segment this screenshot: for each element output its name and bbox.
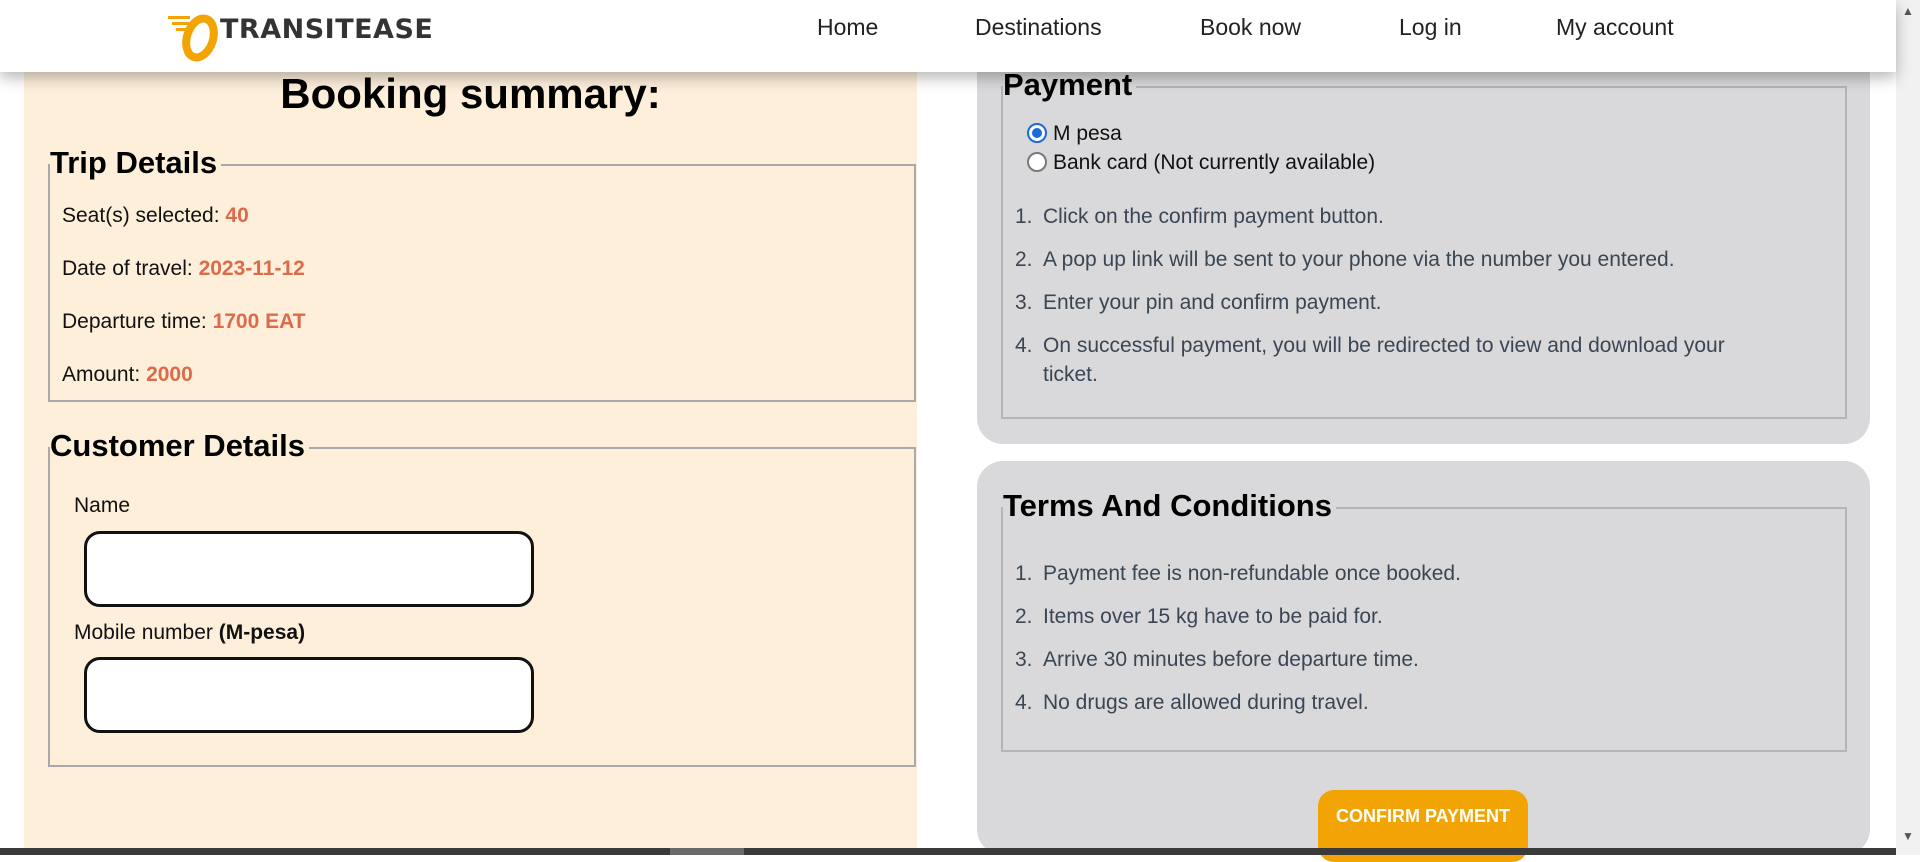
horizontal-scrollbar[interactable] — [0, 848, 1896, 855]
name-input[interactable] — [84, 531, 534, 607]
amount-row: Amount: 2000 — [62, 363, 193, 387]
mobile-label: Mobile number — [74, 621, 213, 644]
terms-legend: Terms And Conditions — [1003, 486, 1336, 526]
nav-book-now[interactable]: Book now — [1200, 14, 1301, 41]
scrollbar-thumb[interactable] — [1902, 24, 1914, 804]
horizontal-scrollbar-thumb[interactable] — [670, 848, 744, 855]
terms-list: 1. Payment fee is non-refundable once boo… — [1015, 559, 1775, 717]
payment-card: Payment M pesa Bank card (Not currently … — [977, 40, 1870, 444]
radio-mpesa-control[interactable] — [1027, 123, 1047, 143]
list-item: 3. Enter your pin and confirm payment. — [1015, 291, 1382, 314]
wheel-logo-icon — [168, 14, 218, 62]
radio-mpesa-label: M pesa — [1053, 122, 1122, 145]
payment-steps-list: 1. Click on the confirm payment button. 2… — [1015, 202, 1775, 389]
name-label: Name — [74, 494, 131, 517]
list-item: 1. Click on the confirm payment button. — [1015, 205, 1384, 228]
amount-value: 2000 — [146, 363, 193, 386]
radio-bank-card-control[interactable] — [1027, 152, 1047, 172]
seats-label: Seat(s) selected: — [62, 204, 220, 227]
mobile-hint: (M-pesa) — [218, 621, 306, 644]
time-row: Departure time: 1700 EAT — [62, 310, 306, 334]
list-item: 4. No drugs are allowed during travel. — [1015, 691, 1369, 714]
trip-details-legend: Trip Details — [50, 143, 222, 183]
customer-details-legend: Customer Details — [50, 426, 309, 466]
nav-my-account[interactable]: My account — [1556, 14, 1674, 41]
list-item: 1. Payment fee is non-refundable once boo… — [1015, 562, 1461, 585]
seats-value: 40 — [225, 204, 249, 227]
page-title: Booking summary: — [280, 70, 661, 117]
list-item: 2. Items over 15 kg have to be paid for. — [1015, 605, 1383, 628]
confirm-payment-label: CONFIRM PAYMENT — [1335, 806, 1510, 826]
brand-name: TRANSITEASE — [220, 14, 434, 45]
booking-summary-panel: Booking summary: Trip Details Seat(s) se… — [24, 60, 917, 855]
list-item: 2. A pop up link will be sent to your pho… — [1015, 248, 1675, 271]
payment-fieldset: Payment M pesa Bank card (Not currently … — [1001, 65, 1847, 419]
top-navbar: TRANSITEASE Home Destinations Book now L… — [0, 0, 1896, 72]
mobile-label-row: Mobile number (M-pesa) — [74, 621, 305, 645]
time-value: 1700 EAT — [212, 310, 306, 333]
vertical-scrollbar[interactable]: ▲ ▼ — [1896, 0, 1920, 855]
scroll-down-icon[interactable]: ▼ — [1900, 829, 1916, 843]
trip-details-fieldset: Trip Details Seat(s) selected: 40 Date o… — [48, 143, 916, 402]
list-item: 3. Arrive 30 minutes before departure tim… — [1015, 648, 1419, 671]
nav-log-in[interactable]: Log in — [1399, 14, 1462, 41]
customer-details-fieldset: Customer Details Name Mobile number (M-p… — [48, 426, 916, 767]
seats-row: Seat(s) selected: 40 — [62, 204, 249, 228]
date-row: Date of travel: 2023-11-12 — [62, 257, 305, 281]
date-label: Date of travel: — [62, 257, 193, 280]
radio-mpesa[interactable]: M pesa — [1027, 122, 1122, 146]
date-value: 2023-11-12 — [198, 257, 305, 280]
scroll-up-icon[interactable]: ▲ — [1900, 4, 1916, 18]
time-label: Departure time: — [62, 310, 207, 333]
radio-bank-card-label: Bank card (Not currently available) — [1053, 151, 1376, 174]
radio-bank-card[interactable]: Bank card (Not currently available) — [1027, 151, 1375, 175]
terms-fieldset: Terms And Conditions 1. Payment fee is no… — [1001, 486, 1847, 752]
amount-label: Amount: — [62, 363, 141, 386]
list-item: 4. On successful payment, you will be red… — [1015, 334, 1725, 386]
nav-home[interactable]: Home — [817, 14, 878, 41]
nav-destinations[interactable]: Destinations — [975, 14, 1102, 41]
mobile-input[interactable] — [84, 657, 534, 733]
transitease-logo[interactable]: TRANSITEASE — [168, 12, 434, 62]
